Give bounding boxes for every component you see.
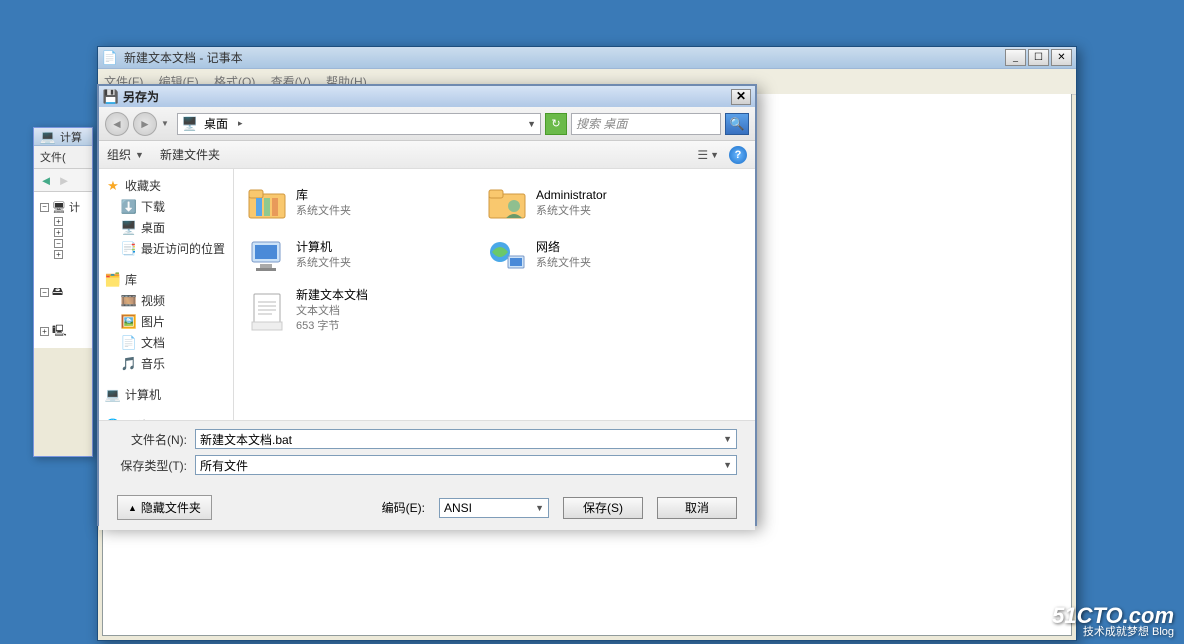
maximize-button[interactable]: ☐ [1028,49,1049,66]
savetype-label: 保存类型(T): [117,457,187,474]
savetype-select[interactable]: 所有文件▼ [195,455,737,475]
nav-back-button[interactable]: ◄ [105,112,129,136]
saveas-file-list[interactable]: 库系统文件夹 Administrator系统文件夹 计算机系统文件夹 网络系统文… [234,169,755,420]
network-icon [486,235,528,275]
hide-folders-button[interactable]: ▲隐藏文件夹 [117,495,212,520]
file-item-administrator[interactable]: Administrator系统文件夹 [482,179,702,227]
video-icon: 🎞️ [121,293,137,309]
sidebar-item-documents[interactable]: 📄文档 [103,332,229,353]
document-icon: 📄 [121,335,137,351]
bg-window-toolbar: ◄ ► [34,169,92,192]
cancel-button[interactable]: 取消 [657,497,737,519]
chevron-right-icon: ▸ [238,118,243,129]
sidebar-item-desktop[interactable]: 🖥️桌面 [103,217,229,238]
computer-icon: 💻 [105,387,121,403]
saveas-titlebar[interactable]: 💾 另存为 ✕ [99,86,755,107]
computer-icon [246,235,288,275]
chevron-down-icon[interactable]: ▼ [535,503,544,513]
save-button[interactable]: 保存(S) [563,497,643,519]
library-folder-icon [246,183,288,223]
nav-forward-button[interactable]: ► [133,112,157,136]
bg-window-tree: −🖥计 + + − + −🖴 +🖳 [34,192,92,348]
sidebar-item-recent[interactable]: 📑最近访问的位置 [103,238,229,259]
tree-expand-icon[interactable]: + [54,228,63,237]
text-file-icon [246,291,288,331]
dialog-icon: 💾 [103,89,119,105]
nav-history-dropdown[interactable]: ▼ [161,119,173,128]
watermark: 51CTO.com 技术成就梦想 Blog [1052,605,1174,638]
encoding-select[interactable]: ANSI▼ [439,498,549,518]
tree-collapse-icon[interactable]: − [54,239,63,248]
tree-expand-icon[interactable]: + [40,327,49,336]
user-folder-icon [486,183,528,223]
music-icon: 🎵 [121,356,137,372]
saveas-sidebar: ★收藏夹 ⬇️下载 🖥️桌面 📑最近访问的位置 🗂️库 🎞️视频 🖼️图片 📄文… [99,169,234,420]
bg-window-menu: 文件( [34,146,92,169]
background-mmc-window: 💻计算 文件( ◄ ► −🖥计 + + − + −🖴 +🖳 [33,127,93,457]
address-path: 桌面 [204,115,228,132]
view-options-button[interactable]: ☰ ▼ [697,148,719,162]
sidebar-item-pictures[interactable]: 🖼️图片 [103,311,229,332]
download-icon: ⬇️ [121,199,137,215]
file-item-textdoc[interactable]: 新建文本文档文本文档653 字节 [242,283,462,339]
network-icon: 🌐 [105,418,121,421]
new-folder-button[interactable]: 新建文件夹 [160,146,220,163]
close-button[interactable]: ✕ [1051,49,1072,66]
tree-collapse-icon[interactable]: − [40,203,49,212]
close-button[interactable]: ✕ [731,89,751,105]
chevron-up-icon: ▲ [128,503,137,513]
file-item-computer[interactable]: 计算机系统文件夹 [242,231,462,279]
refresh-button[interactable]: ↻ [545,113,567,135]
library-icon: 🗂️ [105,272,121,288]
sidebar-item-videos[interactable]: 🎞️视频 [103,290,229,311]
tree-collapse-icon[interactable]: − [40,288,49,297]
address-bar[interactable]: 🖥️ 桌面 ▸ ▼ [177,113,541,135]
notepad-title: 新建文本文档 - 记事本 [124,49,999,66]
save-as-dialog: 💾 另存为 ✕ ◄ ► ▼ 🖥️ 桌面 ▸ ▼ ↻ 搜索 桌面 🔍 组织 ▼ 新… [97,84,757,526]
notepad-titlebar[interactable]: 📄 新建文本文档 - 记事本 _ ☐ ✕ [98,47,1076,69]
fwd-icon: ► [56,172,72,188]
saveas-navbar: ◄ ► ▼ 🖥️ 桌面 ▸ ▼ ↻ 搜索 桌面 🔍 [99,107,755,141]
chevron-down-icon[interactable]: ▼ [527,119,536,129]
notepad-icon: 📄 [102,50,118,66]
chevron-down-icon[interactable]: ▼ [723,460,732,470]
chevron-down-icon[interactable]: ▼ [723,434,732,444]
picture-icon: 🖼️ [121,314,137,330]
help-button[interactable]: ? [729,146,747,164]
file-item-libraries[interactable]: 库系统文件夹 [242,179,462,227]
bg-window-title: 💻计算 [34,128,92,146]
sidebar-computer[interactable]: 💻计算机 [103,384,229,405]
saveas-toolbar: 组织 ▼ 新建文件夹 ☰ ▼ ? [99,141,755,169]
star-icon: ★ [105,178,121,194]
sidebar-favorites[interactable]: ★收藏夹 [103,175,229,196]
desktop-icon: 🖥️ [121,220,137,236]
saveas-bottom-bar: ▲隐藏文件夹 编码(E): ANSI▼ 保存(S) 取消 [99,485,755,530]
minimize-button[interactable]: _ [1005,49,1026,66]
chevron-down-icon: ▼ [135,150,144,160]
tree-expand-icon[interactable]: + [54,250,63,259]
search-input[interactable]: 搜索 桌面 [571,113,721,135]
saveas-title: 另存为 [123,88,727,105]
back-icon: ◄ [38,172,54,188]
saveas-fields: 文件名(N): 新建文本文档.bat▼ 保存类型(T): 所有文件▼ [99,420,755,485]
file-item-network[interactable]: 网络系统文件夹 [482,231,702,279]
sidebar-network[interactable]: 🌐网络 [103,415,229,420]
sidebar-item-downloads[interactable]: ⬇️下载 [103,196,229,217]
filename-input[interactable]: 新建文本文档.bat▼ [195,429,737,449]
organize-button[interactable]: 组织 ▼ [107,146,144,163]
encoding-label: 编码(E): [382,499,425,516]
search-button[interactable]: 🔍 [725,113,749,135]
desktop-icon: 🖥️ [182,116,198,132]
sidebar-libraries[interactable]: 🗂️库 [103,269,229,290]
app-icon: 💻 [40,129,56,145]
filename-label: 文件名(N): [117,431,187,448]
recent-icon: 📑 [121,241,137,257]
sidebar-item-music[interactable]: 🎵音乐 [103,353,229,374]
tree-expand-icon[interactable]: + [54,217,63,226]
